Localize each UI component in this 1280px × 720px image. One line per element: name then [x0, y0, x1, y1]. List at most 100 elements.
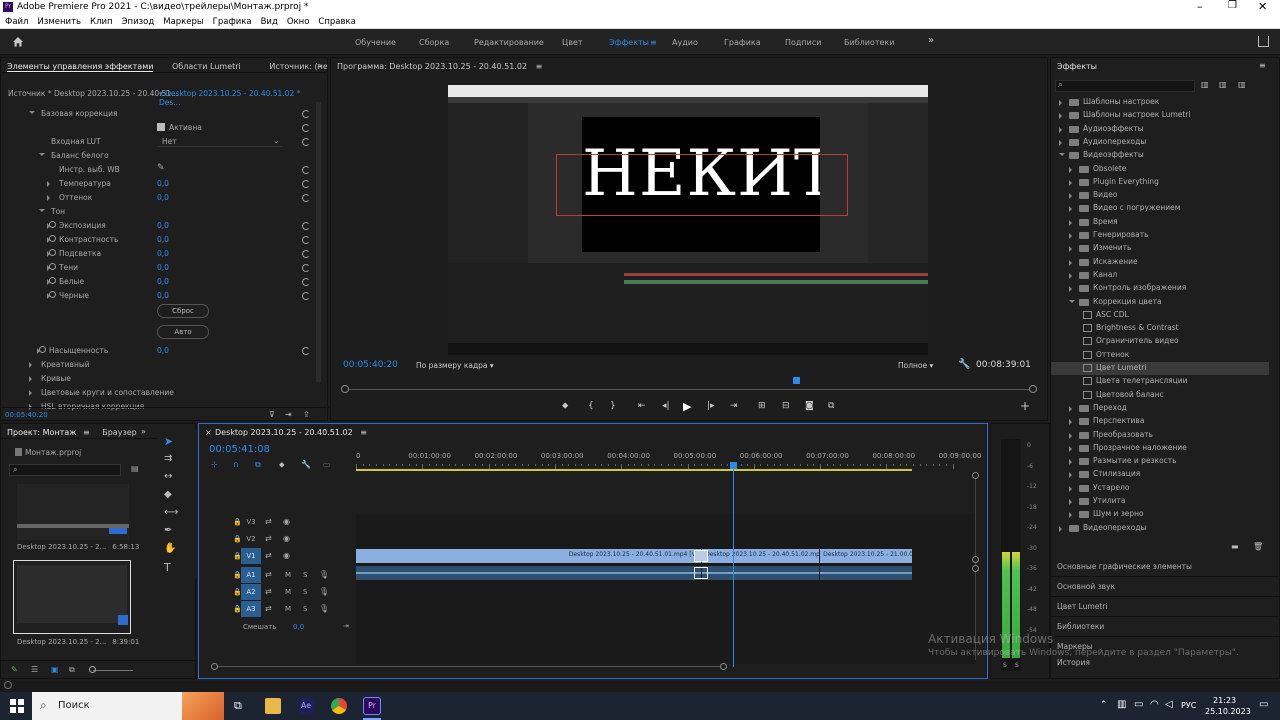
comparison-view-icon[interactable]: ⧉ — [828, 401, 834, 411]
effects-item-29[interactable]: Устарело — [1051, 482, 1269, 495]
task-view-icon[interactable]: ⧉ — [234, 699, 242, 713]
tray-language[interactable]: РУС — [1181, 701, 1196, 710]
ec-value-temp[interactable]: 0,0 — [157, 179, 169, 188]
eye-icon[interactable]: ◉ — [283, 551, 290, 560]
expand-triangle-icon[interactable] — [1069, 233, 1072, 239]
expand-triangle-icon[interactable] — [1059, 100, 1062, 106]
tab-workspace-5[interactable]: Аудио — [672, 38, 698, 47]
effects-item-13[interactable]: Канал — [1051, 269, 1269, 282]
menu-item-1[interactable]: Изменить — [37, 17, 81, 27]
work-area-bar[interactable] — [356, 469, 912, 471]
add-button-icon[interactable]: + — [1020, 399, 1030, 413]
icon-view-icon[interactable]: ▣ — [51, 665, 59, 674]
expand-triangle-icon[interactable] — [1069, 286, 1072, 293]
solo-right[interactable]: S — [1015, 662, 1019, 669]
effects-item-18[interactable]: Ограничитель видео — [1051, 335, 1269, 348]
lift-icon[interactable]: ⊞ — [758, 401, 766, 411]
microphone-icon[interactable]: 🎙 — [319, 604, 329, 613]
expand-triangle-icon[interactable] — [1069, 432, 1072, 439]
zoom-slider-handle[interactable] — [89, 666, 96, 673]
scrub-start-handle[interactable] — [341, 385, 349, 393]
eye-icon[interactable]: ◉ — [283, 534, 290, 543]
effects-item-31[interactable]: Шум и зерно — [1051, 508, 1269, 521]
expand-triangle-icon[interactable] — [1059, 525, 1062, 532]
reset-icon[interactable] — [302, 110, 310, 118]
tab-project[interactable]: Проект: Монтаж — [7, 428, 76, 437]
solo-toggle[interactable]: S — [303, 588, 307, 596]
effects-item-21[interactable]: Цвета телетрансляции — [1051, 375, 1269, 388]
expand-triangle-icon[interactable] — [1069, 179, 1072, 186]
effects-item-4[interactable]: Видеоэффекты — [1051, 149, 1269, 162]
stopwatch-icon[interactable] — [49, 291, 56, 298]
camera-icon[interactable]: ◙ — [805, 401, 814, 411]
program-scrubber[interactable] — [343, 389, 1035, 390]
expand-triangle-icon[interactable] — [1069, 206, 1072, 213]
effects-item-6[interactable]: Plugin Everything — [1051, 176, 1269, 189]
slip-tool-icon[interactable]: ⟷ — [164, 507, 178, 518]
hand-tool-icon[interactable]: ✋ — [164, 543, 176, 554]
effects-item-20[interactable]: Цвет Lumetri — [1051, 362, 1269, 375]
quality-dropdown[interactable]: Полное ▾ — [898, 361, 933, 370]
solo-toggle[interactable]: S — [303, 605, 307, 613]
expand-triangle-icon[interactable] — [1069, 485, 1072, 492]
chrome-icon[interactable] — [331, 698, 347, 714]
wrench-icon[interactable]: 🔧 — [958, 359, 970, 370]
sync-lock-icon[interactable]: ⇄ — [265, 570, 272, 579]
tl-v-handle-mid2[interactable] — [972, 565, 979, 572]
captions-icon[interactable]: ▭ — [323, 460, 331, 469]
expand-triangle-icon[interactable] — [1069, 499, 1072, 505]
sync-lock-icon[interactable]: ⇄ — [265, 604, 272, 613]
expand-triangle-icon[interactable] — [29, 111, 35, 114]
effects-item-7[interactable]: Видео — [1051, 189, 1269, 202]
ec-value-shadows[interactable]: 0,0 — [157, 263, 169, 272]
stopwatch-icon[interactable] — [49, 249, 56, 256]
expand-triangle-icon[interactable] — [1069, 299, 1075, 303]
linked-selection-icon[interactable]: ⧉ — [255, 460, 261, 470]
program-frame[interactable]: НЕКИТ — [448, 85, 928, 355]
transition-marker[interactable] — [694, 550, 709, 562]
tl-v-handle-top[interactable] — [972, 472, 979, 479]
accelerated-effects-icon[interactable]: ▥ — [1201, 80, 1209, 89]
audio-transition-marker[interactable] — [694, 567, 709, 579]
reset-icon[interactable] — [302, 264, 310, 272]
new-custom-bin-icon[interactable]: ▬ — [1231, 542, 1239, 551]
project-overflow-icon[interactable]: » — [141, 427, 146, 436]
effects-item-12[interactable]: Искажение — [1051, 256, 1269, 269]
add-marker-tl-icon[interactable]: ⬥ — [279, 460, 285, 470]
expand-triangle-icon[interactable] — [29, 362, 32, 368]
expand-triangle-icon[interactable] — [1069, 405, 1072, 412]
reset-icon[interactable] — [302, 278, 310, 286]
tab-workspace-1[interactable]: Сборка — [419, 38, 449, 47]
ripple-edit-tool-icon[interactable]: ↔ — [164, 471, 172, 482]
sync-lock-icon[interactable]: ⇄ — [265, 551, 272, 560]
maximize-icon[interactable]: ❐ — [1228, 0, 1237, 11]
expand-triangle-icon[interactable] — [39, 153, 45, 156]
effects-item-11[interactable]: Изменить — [1051, 242, 1269, 255]
menu-item-2[interactable]: Клип — [90, 17, 113, 27]
menu-item-8[interactable]: Справка — [318, 17, 355, 27]
ec-value-saturation[interactable]: 0,0 — [157, 346, 169, 355]
go-to-out-icon[interactable]: ⇥ — [730, 401, 738, 411]
effects-item-23[interactable]: Переход — [1051, 402, 1269, 415]
go-to-in-icon[interactable]: ⇤ — [638, 401, 646, 411]
stopwatch-icon[interactable] — [39, 346, 46, 353]
step-back-icon[interactable]: ◂| — [662, 401, 670, 411]
tray-chevron-icon[interactable]: ⌃ — [1100, 700, 1108, 710]
workspace-overflow[interactable]: » — [928, 35, 934, 46]
mute-toggle[interactable]: M — [285, 571, 291, 579]
active-checkbox[interactable] — [157, 123, 165, 131]
expand-triangle-icon[interactable] — [39, 209, 45, 212]
reset-icon[interactable] — [302, 236, 310, 244]
yuv-effects-icon[interactable]: ▥ — [1238, 80, 1246, 89]
reset-icon[interactable] — [302, 250, 310, 258]
windows-start-icon[interactable] — [10, 699, 24, 713]
premiere-taskbar-icon[interactable]: Pr — [363, 697, 381, 715]
stopwatch-icon[interactable] — [49, 277, 56, 284]
type-tool-icon[interactable]: T — [164, 561, 171, 574]
effects-item-15[interactable]: Коррекция цвета — [1051, 296, 1269, 309]
32bit-effects-icon[interactable]: ▥ — [1219, 80, 1227, 89]
effects-item-8[interactable]: Видео с погружением — [1051, 202, 1269, 215]
eyedropper-icon[interactable]: ✎ — [157, 163, 165, 173]
expand-triangle-icon[interactable] — [1069, 246, 1072, 253]
effects-item-30[interactable]: Утилита — [1051, 495, 1269, 508]
